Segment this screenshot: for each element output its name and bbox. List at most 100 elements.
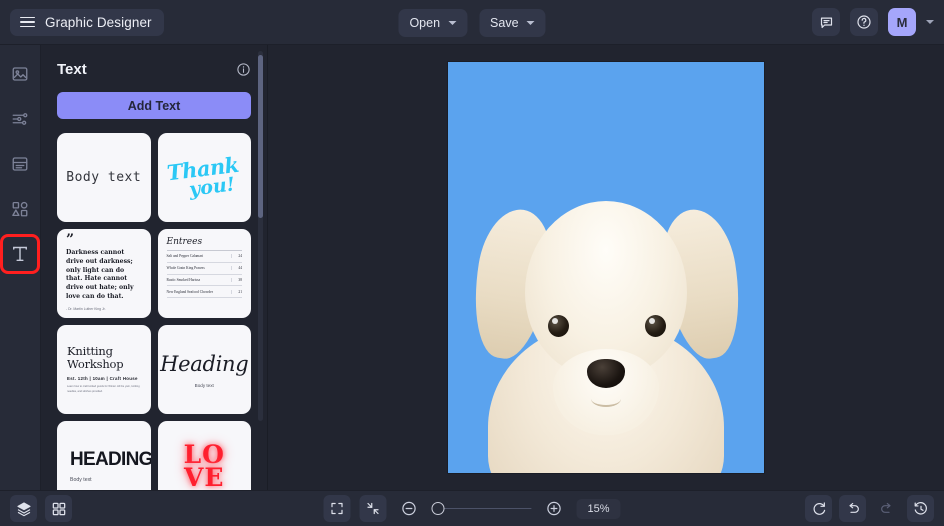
panel-header: Text	[41, 45, 267, 78]
undo-button[interactable]	[839, 495, 866, 522]
quote-text: Darkness cannot drive out darkness; only…	[66, 249, 134, 300]
add-text-label: Add Text	[127, 98, 181, 113]
redo-button[interactable]	[873, 495, 900, 522]
open-label: Open	[409, 15, 441, 30]
template-grid: Body text Thank you! ” Darkness cannot d…	[41, 133, 267, 490]
fullscreen-button[interactable]	[323, 495, 351, 522]
chevron-down-icon[interactable]	[926, 20, 934, 24]
template-list[interactable]: Body text Thank you! ” Darkness cannot d…	[41, 133, 267, 490]
template-card-heading-bold[interactable]: HEADING Body text	[57, 421, 151, 490]
comment-button[interactable]	[812, 8, 840, 36]
template-card-thank-you[interactable]: Thank you!	[157, 133, 251, 222]
redo-icon	[880, 502, 891, 513]
template-text: Body text	[66, 170, 142, 185]
scrollbar-thumb[interactable]	[258, 55, 263, 218]
fit-screen-icon	[367, 502, 379, 515]
save-button[interactable]: Save	[479, 8, 546, 37]
history-button[interactable]	[907, 495, 934, 522]
sidebar-item-image-tool[interactable]	[5, 59, 35, 89]
layers-icon	[16, 501, 31, 516]
info-icon[interactable]	[236, 62, 251, 77]
zoom-in-button[interactable]	[541, 495, 568, 522]
comment-icon	[820, 17, 832, 28]
puppy-eye-right	[645, 315, 666, 337]
layout-icon	[12, 157, 28, 171]
knitting-body: Learn how to craft knitted goods for Win…	[67, 385, 140, 393]
heading-block: HEADING Body text	[57, 449, 151, 483]
sidebar-item-text-tool[interactable]	[0, 234, 40, 274]
open-button[interactable]: Open	[398, 8, 468, 37]
reset-button[interactable]	[805, 495, 832, 522]
undo-icon	[848, 502, 859, 513]
page-title: Text	[57, 61, 87, 78]
neon-line-2: VE	[184, 462, 225, 490]
menu-block: Entrees Salt and Pepper Calamari 24 Whol…	[158, 229, 252, 318]
zoom-controls: 15%	[323, 495, 621, 522]
chevron-down-icon	[526, 20, 535, 25]
quote-block: ” Darkness cannot drive out darkness; on…	[57, 229, 151, 318]
help-icon	[857, 15, 871, 29]
template-card-love-neon[interactable]: LO VE	[157, 421, 251, 490]
chevron-down-icon	[448, 20, 457, 25]
zoom-level-value[interactable]: 15%	[576, 498, 621, 519]
menu-item-name: Salt and Pepper Calamari	[166, 254, 204, 259]
history-icon	[914, 501, 927, 515]
menu-row: New England Seafood Chowder 21	[166, 286, 242, 299]
template-card-quote[interactable]: ” Darkness cannot drive out darkness; on…	[57, 229, 151, 318]
heading-text: HEADING	[70, 448, 151, 470]
panel-scrollbar[interactable]	[258, 51, 263, 421]
bottom-bar: 15%	[0, 490, 944, 526]
layers-button[interactable]	[10, 495, 37, 522]
menu-row: Whole Grain King Prawns 44	[166, 263, 242, 275]
menu-item-price: 38	[231, 277, 242, 282]
knitting-subheading: Est. 12th | 10am | Craft House	[67, 376, 138, 382]
zoom-out-button[interactable]	[396, 495, 423, 522]
top-bar-center: Open Save	[398, 0, 546, 45]
top-bar: Graphic Designer Open Save M	[0, 0, 944, 45]
sidebar-item-adjust-tool[interactable]	[5, 104, 35, 134]
template-card-heading-script[interactable]: Heading Body text	[157, 325, 251, 414]
grid-button[interactable]	[45, 495, 72, 522]
template-card-knitting[interactable]: Knitting Workshop Est. 12th | 10am | Cra…	[57, 325, 151, 414]
image-icon	[12, 67, 28, 81]
reset-icon	[813, 501, 825, 515]
hamburger-icon[interactable]	[20, 16, 35, 28]
app-body: Text Add Text Body text Thank you! ” Dar…	[0, 45, 944, 490]
menu-heading: Entrees	[166, 237, 242, 251]
help-button[interactable]	[850, 8, 878, 36]
neon-block: LO VE	[184, 442, 225, 490]
knitting-heading: Knitting Workshop	[67, 343, 124, 371]
app-root: Graphic Designer Open Save M Text Add Te…	[0, 0, 944, 526]
canvas-area[interactable]	[268, 45, 944, 490]
heading-block: Heading Body text	[160, 352, 249, 388]
grid-icon	[52, 502, 65, 515]
menu-row: Rustic Smoked Harissa 38	[166, 275, 242, 287]
quote-mark-icon: ”	[66, 232, 75, 249]
history-controls	[805, 495, 934, 522]
template-card-body-text[interactable]: Body text	[57, 133, 151, 222]
add-text-button[interactable]: Add Text	[57, 92, 251, 119]
menu-row: Salt and Pepper Calamari 24	[166, 251, 242, 263]
sidebar-item-layout-tool[interactable]	[5, 149, 35, 179]
save-label: Save	[490, 15, 519, 30]
body-text: Body text	[194, 382, 214, 388]
tool-rail	[0, 45, 41, 490]
body-text: Body text	[70, 476, 92, 483]
fit-screen-button[interactable]	[359, 495, 387, 522]
zoom-slider-knob[interactable]	[431, 502, 445, 515]
zoom-out-icon	[402, 501, 416, 516]
puppy-artboard[interactable]	[448, 62, 764, 473]
menu-item-name: New England Seafood Chowder	[166, 289, 213, 294]
zoom-in-icon	[547, 501, 561, 516]
app-menu-button[interactable]: Graphic Designer	[10, 8, 164, 36]
menu-item-price: 21	[231, 289, 242, 294]
sidebar-item-elements-tool[interactable]	[5, 194, 35, 224]
zoom-slider[interactable]	[431, 502, 532, 516]
template-card-menu[interactable]: Entrees Salt and Pepper Calamari 24 Whol…	[157, 229, 252, 318]
text-panel: Text Add Text Body text Thank you! ” Dar…	[41, 45, 268, 490]
fullscreen-icon	[331, 502, 343, 515]
menu-item-name: Rustic Smoked Harissa	[166, 277, 201, 282]
quote-attribution: - Dr. Martin Luther King Jr.	[66, 306, 106, 311]
sliders-icon	[12, 113, 28, 125]
avatar[interactable]: M	[888, 8, 916, 36]
